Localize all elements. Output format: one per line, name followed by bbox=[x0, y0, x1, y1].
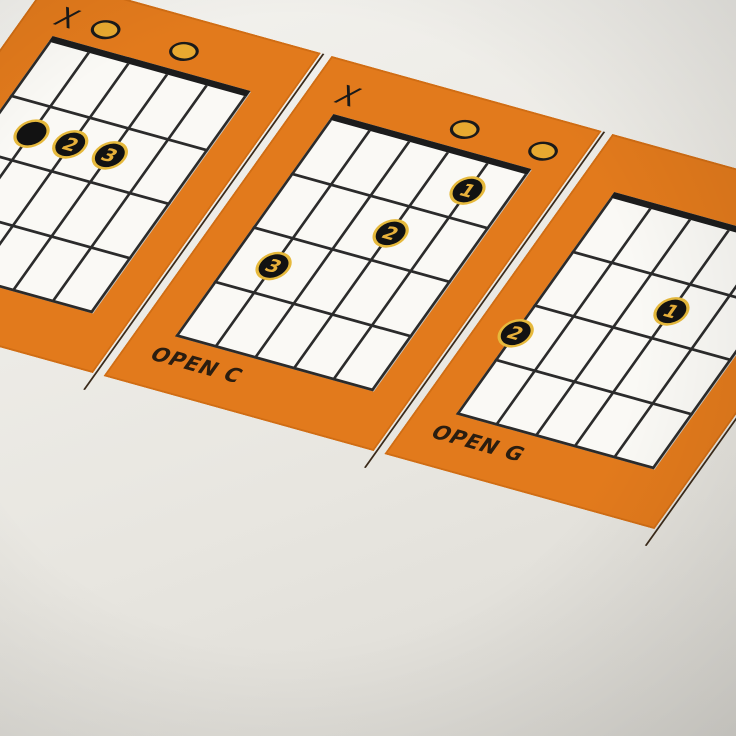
finger-dot: 3 bbox=[84, 137, 135, 174]
chord-chart-sheet: 2 3 X 1 2 3 X OPEN C 1 2 OPEN G bbox=[0, 0, 736, 581]
finger-dot: 2 bbox=[45, 126, 96, 163]
fret-line bbox=[0, 202, 133, 260]
fret-line bbox=[571, 250, 736, 308]
finger-dot: 1 bbox=[442, 172, 493, 209]
open-string-circle-icon bbox=[163, 38, 204, 64]
open-string-circle-icon bbox=[444, 116, 485, 142]
string-line bbox=[612, 240, 736, 458]
open-string-circle-icon bbox=[85, 17, 126, 43]
open-string-circle-icon bbox=[522, 138, 563, 164]
fret-line bbox=[0, 148, 171, 206]
muted-string-x-icon: X bbox=[328, 80, 367, 114]
finger-dot: 2 bbox=[365, 215, 416, 252]
finger-dot bbox=[6, 115, 57, 152]
muted-string-x-icon: X bbox=[47, 2, 86, 36]
photo-scene: 2 3 X 1 2 3 X OPEN C 1 2 OPEN G bbox=[0, 0, 736, 736]
string-line bbox=[0, 41, 52, 259]
finger-dot: 2 bbox=[490, 315, 541, 351]
finger-dot: 3 bbox=[248, 247, 299, 284]
finger-dot: 1 bbox=[646, 293, 697, 330]
